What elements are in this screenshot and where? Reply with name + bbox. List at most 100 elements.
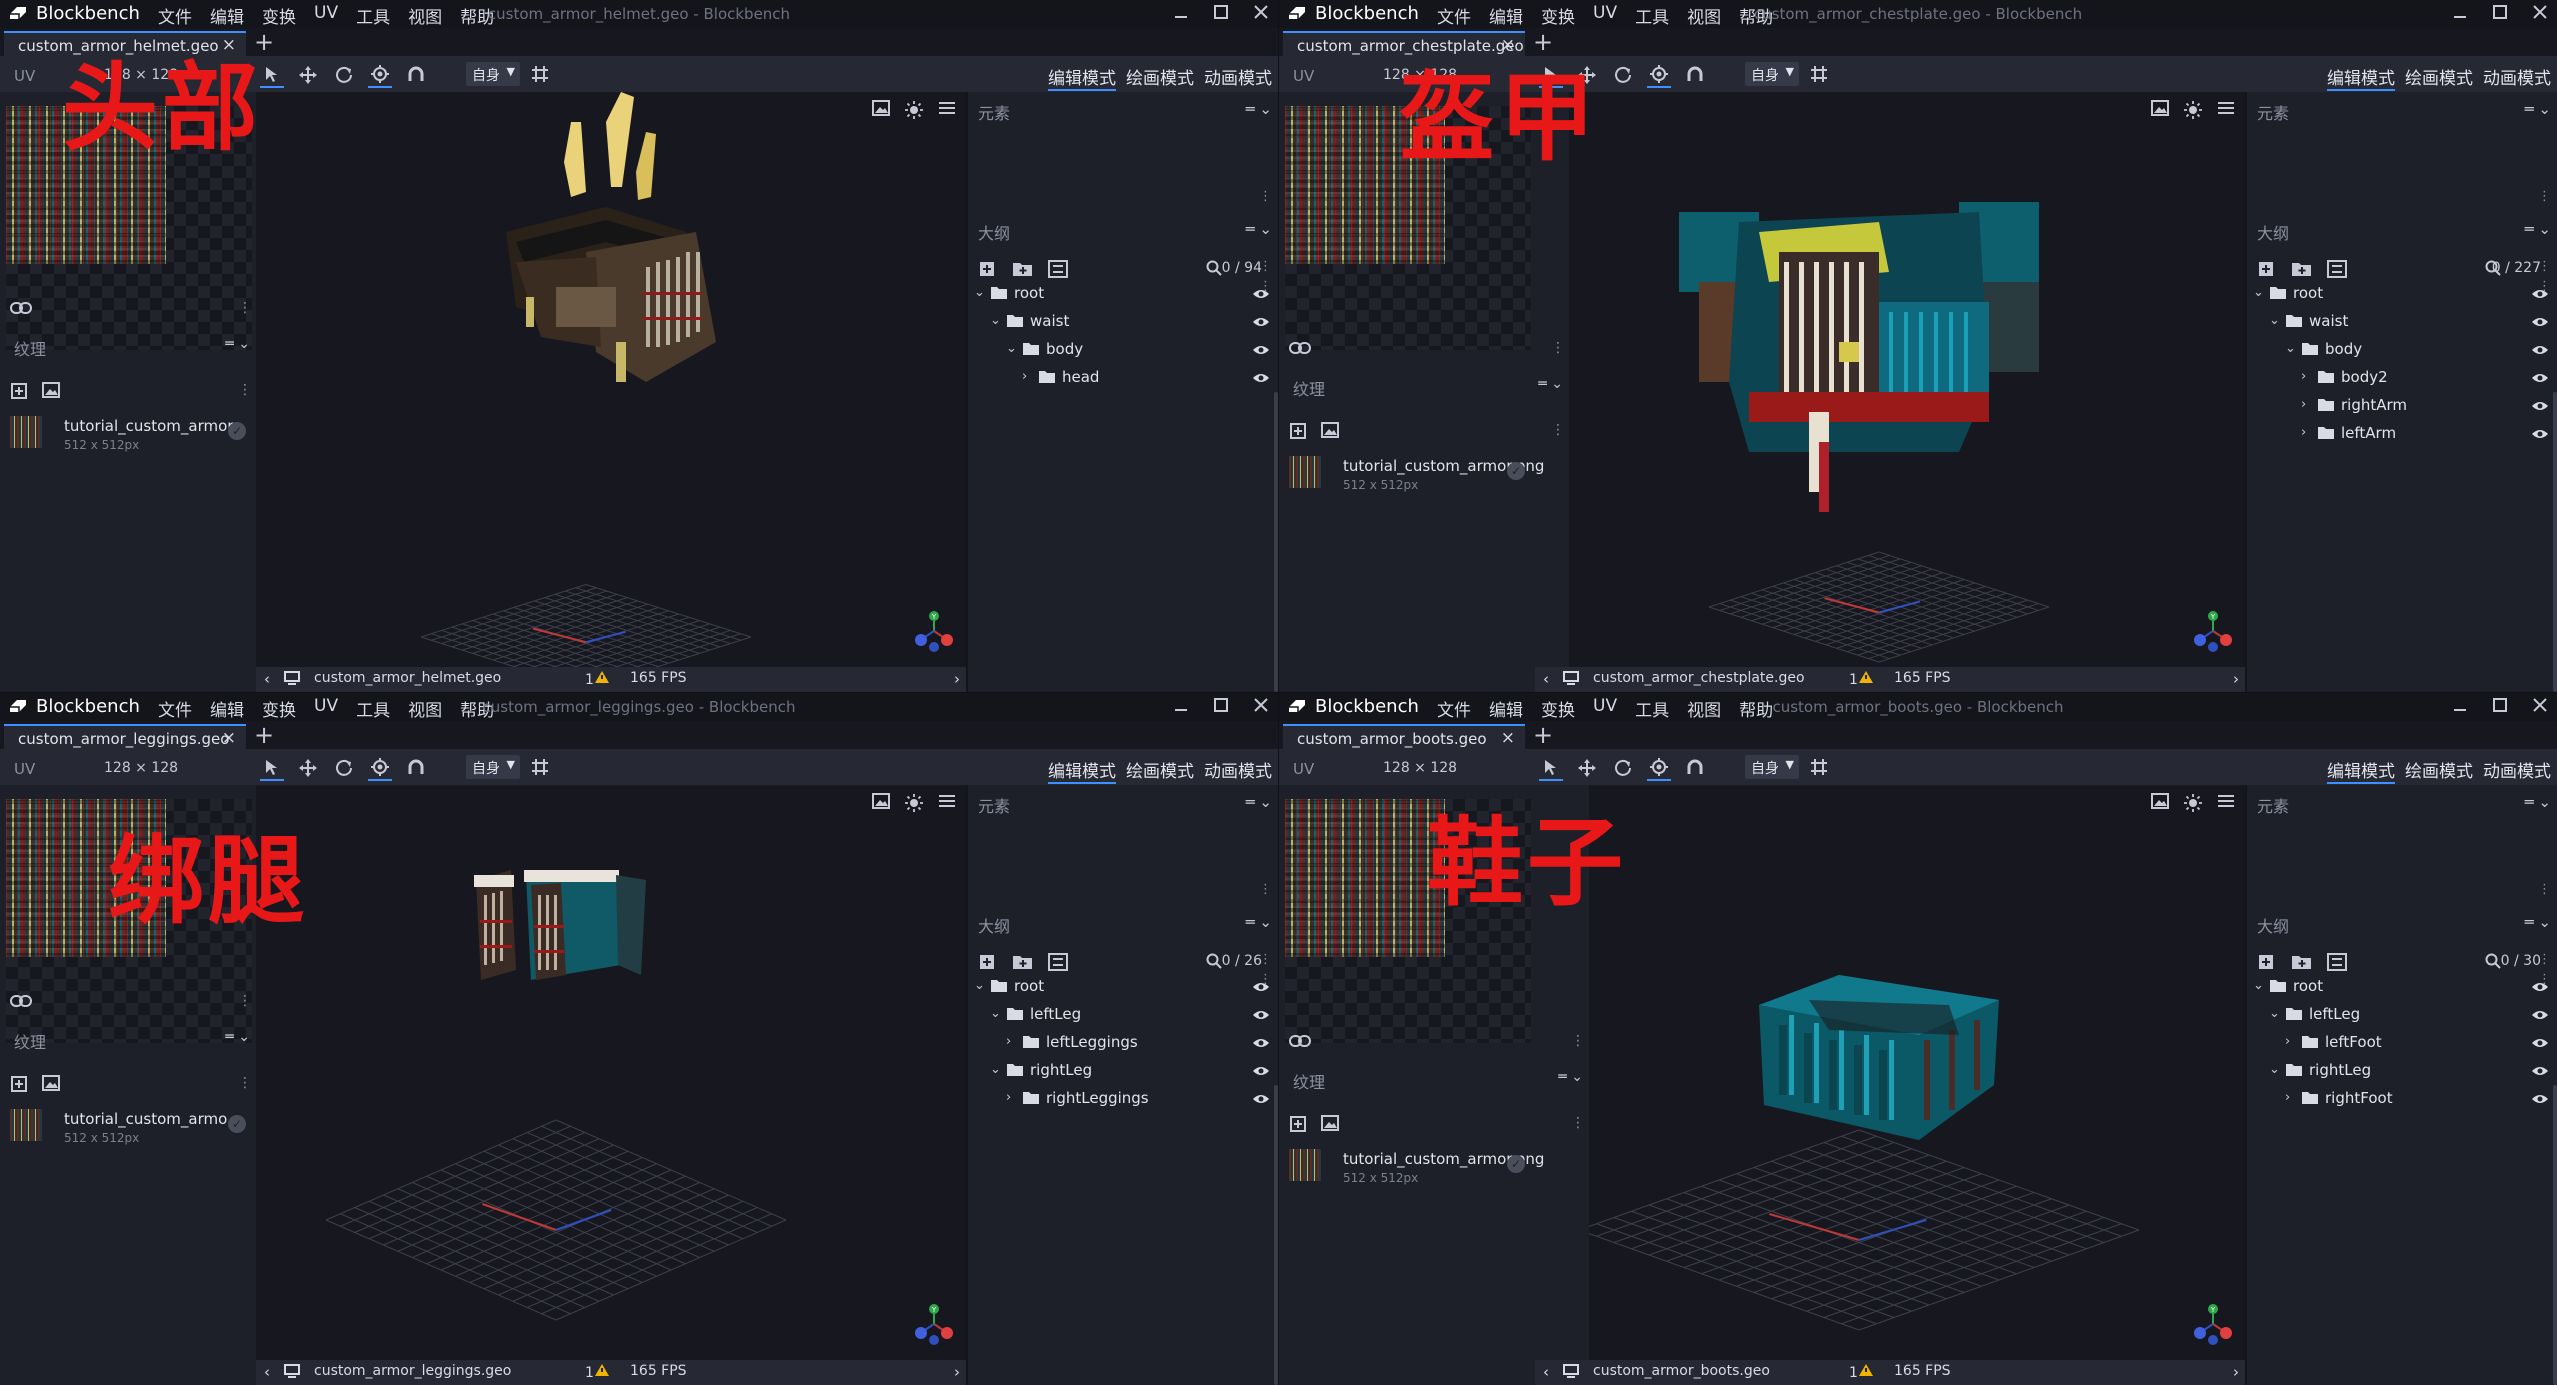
add-texture-icon[interactable] xyxy=(10,1075,28,1097)
status-prev-icon[interactable]: ‹ xyxy=(1543,1363,1549,1381)
3d-viewport[interactable]: Y xyxy=(256,785,966,1360)
pivot-tool-icon[interactable] xyxy=(1647,62,1671,88)
elements-menu-dots-icon[interactable]: ⋮ xyxy=(1259,883,1272,896)
elements-panel-tools-icon[interactable]: ═ ⌄ xyxy=(1246,100,1272,118)
chevron-right-icon[interactable]: › xyxy=(2301,425,2306,440)
add-group-icon[interactable] xyxy=(1012,260,1034,282)
chevron-down-icon[interactable]: ⌄ xyxy=(1006,341,1017,356)
transform-space-select[interactable]: 自身 ▼ xyxy=(1745,62,1799,86)
new-tab-icon[interactable]: + xyxy=(254,721,274,749)
elements-panel-tools-icon[interactable]: ═ ⌄ xyxy=(2525,793,2551,811)
mode-tab-0[interactable]: 编辑模式 xyxy=(2327,757,2395,784)
elements-menu-dots-icon[interactable]: ⋮ xyxy=(2538,883,2551,896)
outliner-menu-dots-icon[interactable]: ⋮ xyxy=(1259,953,1272,966)
pivot-tool-icon[interactable] xyxy=(1647,755,1671,781)
mode-tab-1[interactable]: 绘画模式 xyxy=(2405,64,2473,91)
link-icon[interactable] xyxy=(10,993,32,1012)
chevron-down-icon[interactable]: ⌄ xyxy=(2285,341,2296,356)
screenshot-icon[interactable] xyxy=(2151,100,2169,124)
magnet-tool-icon[interactable] xyxy=(1683,63,1707,87)
outliner-panel-tools-icon[interactable]: ═ ⌄ xyxy=(1246,220,1272,238)
outliner-item[interactable]: › rightArm xyxy=(2247,392,2557,420)
armor-model[interactable] xyxy=(1659,152,2059,556)
pivot-tool-icon[interactable] xyxy=(368,755,392,781)
grid-snap-icon[interactable] xyxy=(530,757,550,781)
texture-check-icon[interactable]: ✓ xyxy=(228,422,246,440)
collapse-all-icon[interactable] xyxy=(2327,260,2347,282)
visibility-eye-icon[interactable] xyxy=(2531,314,2549,332)
select-tool-icon[interactable] xyxy=(260,62,284,88)
chevron-down-icon[interactable]: ⌄ xyxy=(2253,285,2264,300)
add-group-icon[interactable] xyxy=(1012,953,1034,975)
close-icon[interactable] xyxy=(1254,695,1268,717)
link-icon[interactable] xyxy=(10,300,32,319)
visibility-eye-icon[interactable] xyxy=(1252,286,1270,304)
texture-check-icon[interactable]: ✓ xyxy=(228,1115,246,1133)
outliner-item[interactable]: › rightLeggings xyxy=(968,1085,1278,1113)
outliner-item[interactable]: ⌄ waist xyxy=(968,308,1278,336)
import-texture-icon[interactable] xyxy=(1321,1115,1339,1137)
grid-snap-icon[interactable] xyxy=(1809,64,1829,88)
chevron-down-icon[interactable]: ⌄ xyxy=(2269,1062,2280,1077)
elements-panel-tools-icon[interactable]: ═ ⌄ xyxy=(1246,793,1272,811)
viewport-menu-icon[interactable] xyxy=(938,793,956,817)
visibility-eye-icon[interactable] xyxy=(1252,1091,1270,1109)
maximize-icon[interactable] xyxy=(1214,2,1228,24)
visibility-eye-icon[interactable] xyxy=(1252,370,1270,388)
status-warnings[interactable]: 1 xyxy=(585,670,610,688)
mode-tab-2[interactable]: 动画模式 xyxy=(2483,757,2551,784)
3d-viewport[interactable]: Y xyxy=(1569,92,2245,667)
grid-snap-icon[interactable] xyxy=(1809,757,1829,781)
add-cube-icon[interactable] xyxy=(2257,953,2277,975)
magnet-tool-icon[interactable] xyxy=(404,756,428,780)
viewport-menu-icon[interactable] xyxy=(2217,100,2235,124)
outliner-menu-dots-icon[interactable]: ⋮ xyxy=(2538,260,2551,273)
link-icon[interactable] xyxy=(1289,1033,1311,1052)
add-texture-icon[interactable] xyxy=(10,382,28,404)
visibility-eye-icon[interactable] xyxy=(2531,1035,2549,1053)
maximize-icon[interactable] xyxy=(2493,2,2507,24)
magnet-tool-icon[interactable] xyxy=(404,63,428,87)
link-icon[interactable] xyxy=(1289,340,1311,359)
select-tool-icon[interactable] xyxy=(260,755,284,781)
lighting-icon[interactable] xyxy=(904,100,924,124)
transform-space-select[interactable]: 自身 ▼ xyxy=(466,755,520,779)
move-tool-icon[interactable] xyxy=(296,756,320,780)
mode-tab-0[interactable]: 编辑模式 xyxy=(1048,64,1116,91)
chevron-right-icon[interactable]: › xyxy=(2285,1090,2290,1105)
axis-gizmo-icon[interactable]: Y xyxy=(2191,609,2235,657)
panel-scrollbar[interactable] xyxy=(2553,1085,2557,1385)
visibility-eye-icon[interactable] xyxy=(2531,1091,2549,1109)
outliner-item[interactable]: › head xyxy=(968,364,1278,392)
chevron-down-icon[interactable]: ⌄ xyxy=(2253,978,2264,993)
status-next-icon[interactable]: › xyxy=(954,1363,960,1381)
visibility-eye-icon[interactable] xyxy=(2531,370,2549,388)
visibility-eye-icon[interactable] xyxy=(2531,1063,2549,1081)
collapse-all-icon[interactable] xyxy=(1048,260,1068,282)
outliner-item[interactable]: ⌄ root xyxy=(2247,973,2557,1001)
panel-menu-dots-icon[interactable]: ⋮ xyxy=(238,300,252,316)
add-group-icon[interactable] xyxy=(2291,953,2313,975)
texture-item[interactable]: tutorial_custom_armor 512 x 512px ✓ xyxy=(6,414,252,458)
outliner-item[interactable]: › leftLeggings xyxy=(968,1029,1278,1057)
status-next-icon[interactable]: › xyxy=(954,670,960,688)
mode-tab-1[interactable]: 绘画模式 xyxy=(1126,757,1194,784)
minimize-icon[interactable] xyxy=(2453,2,2467,24)
visibility-eye-icon[interactable] xyxy=(2531,398,2549,416)
minimize-icon[interactable] xyxy=(1174,695,1188,717)
outliner-item[interactable]: › leftFoot xyxy=(2247,1029,2557,1057)
file-tab[interactable]: custom_armor_leggings.geo × xyxy=(4,724,246,751)
import-texture-icon[interactable] xyxy=(42,382,60,404)
import-texture-icon[interactable] xyxy=(1321,422,1339,444)
maximize-icon[interactable] xyxy=(2493,695,2507,717)
textures-panel-tools-icon[interactable]: ═ ⌄ xyxy=(225,1029,250,1045)
outliner-panel-tools-icon[interactable]: ═ ⌄ xyxy=(1246,913,1272,931)
outliner-item[interactable]: ⌄ root xyxy=(2247,280,2557,308)
outliner-search-icon[interactable] xyxy=(2485,953,2501,973)
chevron-right-icon[interactable]: › xyxy=(1006,1090,1011,1105)
rotate-tool-icon[interactable] xyxy=(332,63,356,87)
lighting-icon[interactable] xyxy=(2183,793,2203,817)
axis-gizmo-icon[interactable]: Y xyxy=(912,609,956,657)
chevron-down-icon[interactable]: ⌄ xyxy=(990,1006,1001,1021)
panel-menu-dots-icon[interactable]: ⋮ xyxy=(1551,340,1565,356)
